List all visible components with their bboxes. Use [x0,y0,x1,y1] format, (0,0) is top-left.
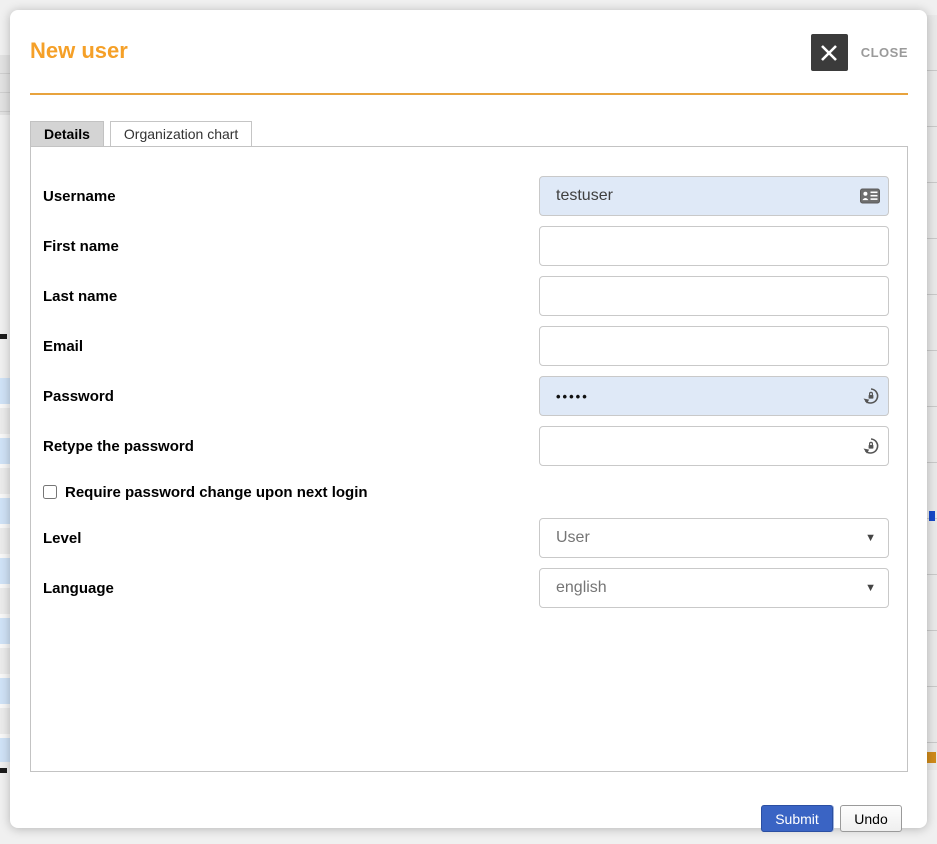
last-name-input[interactable] [539,276,889,316]
email-field[interactable] [539,326,889,366]
tab-details[interactable]: Details [30,121,104,146]
form-row-retype-password: Retype the password [31,421,907,471]
close-icon[interactable] [811,34,848,71]
generate-password-icon[interactable] [862,387,880,405]
username-input[interactable] [539,176,889,216]
background-page-right-edge [926,0,937,844]
form-row-password: Password [31,371,907,421]
form-row-email: Email [31,321,907,371]
require-password-change-checkbox[interactable] [43,485,57,499]
retype-password-label: Retype the password [43,438,539,455]
password-input-wrap [539,376,889,416]
tab-bar: Details Organization chart [30,121,927,146]
first-name-input-wrap [539,226,889,266]
form-row-last-name: Last name [31,271,907,321]
language-label: Language [43,580,539,597]
form-row-level: Level User ▼ [31,513,907,563]
undo-button[interactable]: Undo [840,805,902,832]
dialog-title: New user [30,38,128,64]
background-fragment [929,511,935,521]
form-row-username: Username [31,171,907,221]
form-row-first-name: First name [31,221,907,271]
background-table-rows [926,15,937,770]
username-label: Username [43,188,539,205]
background-fragment [927,752,936,763]
generate-password-icon[interactable] [862,437,880,455]
dialog-footer: Submit Undo [10,805,902,832]
submit-button[interactable]: Submit [761,805,833,832]
email-label: Email [43,338,539,355]
retype-password-input[interactable] [539,426,889,466]
form-row-password-change: Require password change upon next login [31,471,907,513]
retype-password-input-wrap [539,426,889,466]
header-divider [30,93,908,95]
close-button[interactable]: CLOSE [811,34,908,71]
close-label[interactable]: CLOSE [861,45,908,60]
level-select-value: User [556,529,865,547]
password-label: Password [43,388,539,405]
username-input-wrap [539,176,889,216]
last-name-input-wrap [539,276,889,316]
email-input-wrap [539,326,889,366]
require-password-change-label: Require password change upon next login [65,484,368,501]
form-row-language: Language english ▼ [31,563,907,613]
background-fragment [0,334,7,339]
chevron-down-icon: ▼ [865,532,876,544]
language-select-value: english [556,579,865,597]
first-name-label: First name [43,238,539,255]
level-select[interactable]: User ▼ [539,518,889,558]
level-label: Level [43,530,539,547]
new-user-dialog: New user CLOSE Details Organization char… [10,10,927,828]
tab-organization-chart[interactable]: Organization chart [110,121,252,146]
dialog-header: New user CLOSE [10,10,927,93]
details-tab-panel: Username First name [30,146,908,772]
chevron-down-icon: ▼ [865,582,876,594]
language-select[interactable]: english ▼ [539,568,889,608]
password-input[interactable] [539,376,889,416]
first-name-input[interactable] [539,226,889,266]
last-name-label: Last name [43,288,539,305]
background-fragment [0,768,7,773]
id-card-icon [860,189,880,204]
